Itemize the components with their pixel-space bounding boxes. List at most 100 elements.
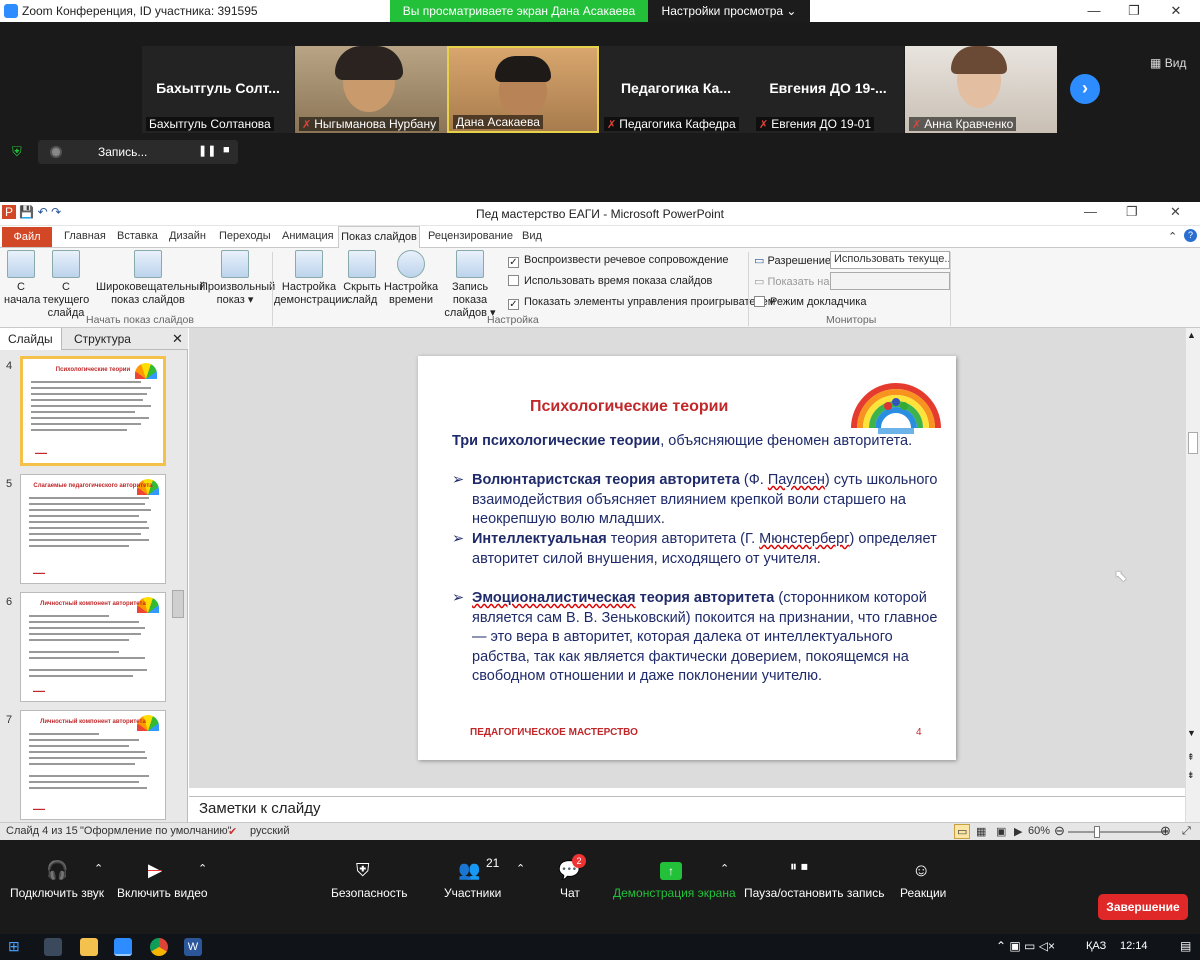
pause-stop-recording-button[interactable]: Пауза/остановить запись bbox=[744, 886, 884, 900]
clock[interactable]: 12:14 bbox=[1120, 940, 1148, 952]
task-view-icon[interactable] bbox=[44, 938, 62, 956]
participant-tile[interactable]: Бахытгуль Солт... Бахытгуль Солтанова bbox=[142, 46, 294, 133]
zoom-app-icon[interactable] bbox=[114, 938, 132, 956]
close-icon[interactable]: ✕ bbox=[1170, 204, 1181, 220]
file-explorer-icon[interactable] bbox=[80, 938, 98, 956]
custom-show-button[interactable]: Произвольный показ ▾ bbox=[200, 250, 275, 307]
notifications-icon[interactable]: ▤ bbox=[1180, 939, 1191, 953]
hide-slide-button[interactable]: Скрыть слайд bbox=[342, 250, 382, 307]
spellcheck-icon[interactable]: ✔ bbox=[228, 825, 237, 838]
presenter-view-checkbox[interactable]: Режим докладчика bbox=[754, 296, 866, 308]
participant-tile[interactable]: ✗ Ныгыманова Нурбану bbox=[295, 46, 447, 133]
zoom-slider[interactable] bbox=[1068, 826, 1168, 838]
pane-scrollbar-thumb[interactable] bbox=[172, 590, 184, 618]
pause-recording-icon[interactable]: ⏸ ⏹ bbox=[790, 858, 808, 875]
next-page-button[interactable]: › bbox=[1070, 74, 1100, 104]
minimize-icon[interactable]: — bbox=[1084, 204, 1097, 219]
language[interactable]: русский bbox=[250, 825, 289, 837]
windows-start-icon[interactable]: ⊞ bbox=[8, 938, 20, 955]
from-current-button[interactable]: С текущего слайда bbox=[40, 250, 92, 320]
record-show-button[interactable]: Запись показа слайдов ▾ bbox=[436, 250, 504, 320]
maximize-icon[interactable]: ❐ bbox=[1114, 0, 1154, 22]
slide-notes[interactable]: Заметки к слайду bbox=[189, 796, 1185, 822]
reactions-icon[interactable]: ☺ bbox=[912, 860, 930, 881]
tab-home[interactable]: Главная bbox=[64, 230, 106, 242]
caret-up-icon[interactable]: ⌃ bbox=[198, 862, 207, 875]
slide-thumbnail[interactable]: Слагаемые педагогического авторитета ▬▬▬ bbox=[20, 474, 166, 584]
tab-animations[interactable]: Анимация bbox=[282, 230, 334, 242]
next-slide-icon[interactable]: ⇟ bbox=[1187, 770, 1195, 781]
fit-window-icon[interactable]: ⤢ bbox=[1182, 825, 1191, 838]
join-audio-button[interactable]: Подключить звук bbox=[10, 886, 104, 900]
encryption-shield-icon[interactable]: ⛨ bbox=[12, 144, 22, 160]
zoom-in-icon[interactable]: ⊕ bbox=[1160, 823, 1171, 839]
caret-up-icon[interactable]: ⌃ bbox=[516, 862, 525, 875]
participant-tile[interactable]: ✗ Анна Кравченко bbox=[905, 46, 1057, 133]
word-icon[interactable]: W bbox=[184, 938, 202, 956]
controls-checkbox[interactable]: ✓ Показать элементы управления проигрыват… bbox=[508, 296, 775, 310]
share-screen-icon[interactable]: ↑ bbox=[660, 862, 682, 880]
show-on-dropdown[interactable] bbox=[830, 272, 950, 290]
current-slide[interactable]: Психологические теории Три психологическ… bbox=[418, 356, 956, 760]
minimize-icon[interactable]: — bbox=[1074, 0, 1114, 22]
from-start-button[interactable]: Сначала bbox=[4, 250, 40, 307]
participant-tile[interactable]: Педагогика Ка... ✗ Педагогика Кафедра bbox=[600, 46, 752, 133]
zoom-slider-thumb[interactable] bbox=[1094, 826, 1100, 838]
scroll-down-icon[interactable]: ▼ bbox=[1187, 728, 1196, 738]
zoom-out-icon[interactable]: ⊖ bbox=[1054, 823, 1065, 839]
ribbon-collapse-icon[interactable]: ⌃ bbox=[1168, 230, 1177, 243]
participants-icon[interactable]: 👥 bbox=[458, 860, 480, 881]
tray-icons[interactable]: ⌃ ▣ ▭ ◁× bbox=[996, 939, 1055, 953]
reactions-button[interactable]: Реакции bbox=[900, 886, 946, 900]
slide-thumbnail[interactable]: Личностный компонент авторитета ▬▬▬ bbox=[20, 710, 166, 820]
participant-tile-active[interactable]: Дана Асакаева bbox=[447, 46, 599, 133]
security-shield-icon[interactable]: ⛨ bbox=[356, 860, 370, 881]
reading-view-icon[interactable]: ▣ bbox=[996, 825, 1006, 838]
close-pane-icon[interactable]: ✕ bbox=[164, 328, 191, 350]
setup-show-button[interactable]: Настройка демонстрации bbox=[274, 250, 348, 307]
start-video-button[interactable]: Включить видео bbox=[117, 886, 208, 900]
normal-view-icon[interactable]: ▭ bbox=[954, 824, 971, 839]
tab-view[interactable]: Вид bbox=[522, 230, 542, 242]
prev-slide-icon[interactable]: ⇞ bbox=[1187, 752, 1195, 763]
broadcast-button[interactable]: Широковещательный показ слайдов bbox=[96, 250, 205, 307]
help-icon[interactable]: ? bbox=[1184, 229, 1197, 242]
pause-icon[interactable]: ❚❚ bbox=[198, 144, 216, 157]
narration-checkbox[interactable]: ✓ Воспроизвести речевое сопровождение bbox=[508, 254, 729, 268]
rehearse-timings-button[interactable]: Настройка времени bbox=[384, 250, 438, 307]
maximize-icon[interactable]: ❐ bbox=[1126, 204, 1138, 220]
headphones-icon[interactable]: 🎧 bbox=[46, 860, 68, 881]
video-off-icon[interactable]: ▶ bbox=[148, 860, 162, 881]
tab-insert[interactable]: Вставка bbox=[117, 230, 158, 242]
view-button[interactable]: ▦ Вид bbox=[1150, 56, 1186, 70]
security-button[interactable]: Безопасность bbox=[331, 886, 408, 900]
keyboard-language[interactable]: ҚАЗ bbox=[1086, 940, 1106, 952]
tab-slideshow[interactable]: Показ слайдов bbox=[338, 226, 420, 249]
view-options-button[interactable]: Настройки просмотра ⌄ bbox=[648, 0, 810, 22]
resolution-dropdown[interactable]: Использовать текуще... bbox=[830, 251, 950, 269]
scrollbar-thumb[interactable] bbox=[1188, 432, 1198, 454]
participant-tile[interactable]: Евгения ДО 19-... ✗ Евгения ДО 19-01 bbox=[752, 46, 904, 133]
tab-slides[interactable]: Слайды bbox=[0, 328, 62, 350]
tab-design[interactable]: Дизайн bbox=[169, 230, 206, 242]
vertical-scrollbar[interactable]: ▲ ▼ ⇞ ⇟ bbox=[1185, 328, 1200, 822]
tab-file[interactable]: Файл bbox=[2, 227, 52, 247]
scroll-up-icon[interactable]: ▲ bbox=[1187, 330, 1196, 340]
participants-button[interactable]: Участники bbox=[444, 886, 501, 900]
slide-thumbnail[interactable]: Личностный компонент авторитета ▬▬▬ bbox=[20, 592, 166, 702]
tab-outline[interactable]: Структура bbox=[66, 328, 139, 350]
slide-thumbnail[interactable]: Психологические теории ▬▬▬ bbox=[20, 356, 166, 466]
caret-up-icon[interactable]: ⌃ bbox=[94, 862, 103, 875]
chrome-icon[interactable] bbox=[150, 938, 168, 956]
chat-button[interactable]: Чат bbox=[560, 886, 580, 900]
zoom-level[interactable]: 60% bbox=[1028, 825, 1050, 837]
slideshow-view-icon[interactable]: ▶ bbox=[1014, 825, 1022, 838]
sorter-view-icon[interactable]: ▦ bbox=[976, 825, 986, 838]
share-screen-button[interactable]: Демонстрация экрана bbox=[613, 886, 736, 900]
end-meeting-button[interactable]: Завершение bbox=[1098, 894, 1188, 920]
caret-up-icon[interactable]: ⌃ bbox=[720, 862, 729, 875]
close-icon[interactable]: ✕ bbox=[1156, 0, 1196, 22]
timings-checkbox[interactable]: Использовать время показа слайдов bbox=[508, 275, 712, 287]
tab-review[interactable]: Рецензирование bbox=[428, 230, 513, 242]
stop-icon[interactable]: ■ bbox=[223, 144, 230, 156]
